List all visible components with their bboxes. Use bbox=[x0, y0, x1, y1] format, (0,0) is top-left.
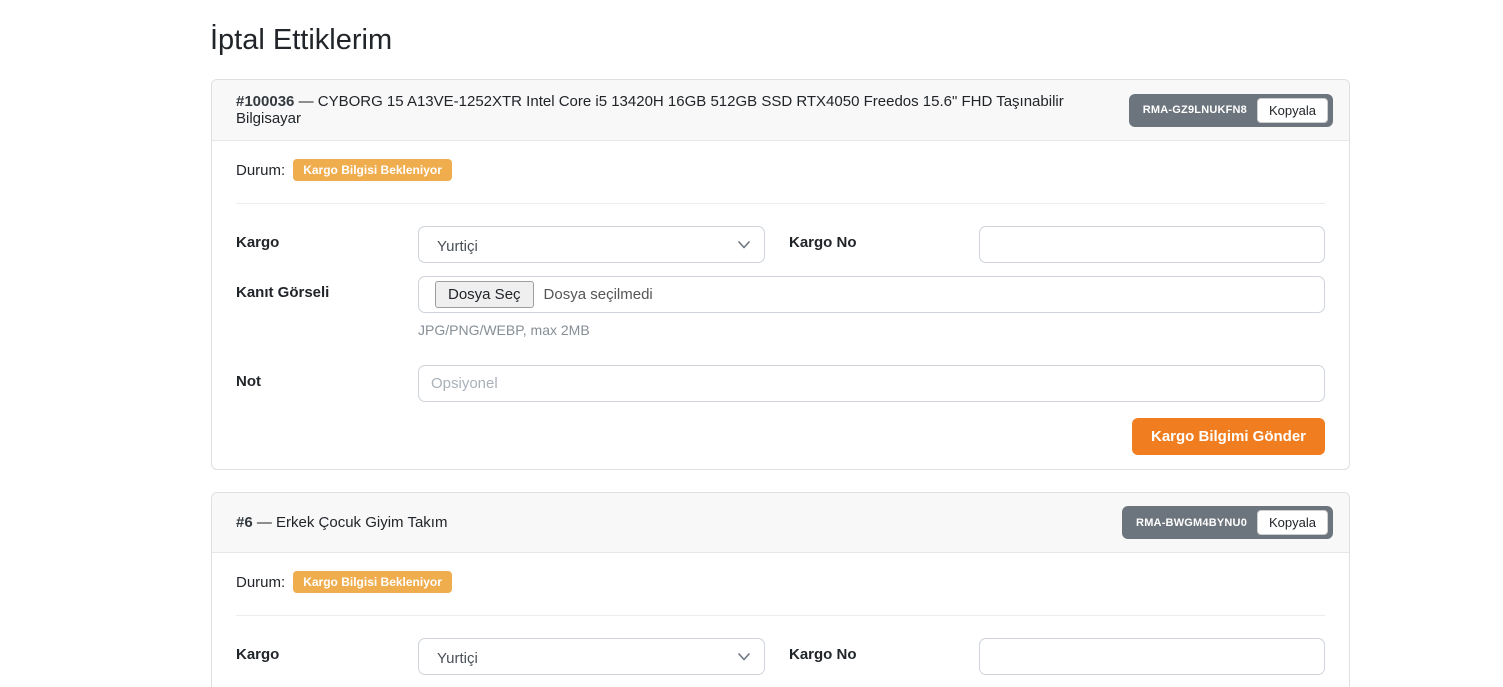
order-card-header: #6 — Erkek Çocuk Giyim Takım RMA-BWGM4BY… bbox=[212, 493, 1349, 553]
divider bbox=[236, 615, 1325, 616]
order-card: #100036 — CYBORG 15 A13VE-1252XTR Intel … bbox=[211, 79, 1350, 470]
file-hint: JPG/PNG/WEBP, max 2MB bbox=[418, 322, 590, 338]
carrier-label: Kargo bbox=[236, 226, 418, 251]
chevron-down-icon bbox=[738, 653, 750, 661]
chevron-down-icon bbox=[738, 241, 750, 249]
cancelled-orders-page: İptal Ettiklerim #100036 — CYBORG 15 A13… bbox=[211, 0, 1350, 687]
carrier-select-value: Yurtiçi bbox=[437, 650, 478, 667]
send-shipping-info-button[interactable]: Kargo Bilgimi Gönder bbox=[1132, 418, 1325, 455]
note-row: Not bbox=[236, 365, 1325, 402]
order-id: #100036 bbox=[236, 93, 294, 110]
carrier-select[interactable]: Yurtiçi bbox=[418, 226, 765, 263]
divider bbox=[236, 203, 1325, 204]
order-id: #6 bbox=[236, 514, 253, 531]
rma-badge: RMA-GZ9LNUKFN8 Kopyala bbox=[1129, 94, 1333, 127]
tracking-no-input[interactable] bbox=[979, 226, 1325, 263]
status-label: Durum: bbox=[236, 162, 285, 179]
order-card-body: Durum: Kargo Bilgisi Bekleniyor Kargo Yu… bbox=[212, 141, 1349, 469]
order-title: #100036 — CYBORG 15 A13VE-1252XTR Intel … bbox=[236, 93, 1129, 127]
copy-button[interactable]: Kopyala bbox=[1257, 98, 1328, 123]
tracking-no-label: Kargo No bbox=[789, 638, 979, 663]
order-title: #6 — Erkek Çocuk Giyim Takım bbox=[236, 514, 463, 531]
tracking-no-input[interactable] bbox=[979, 638, 1325, 675]
product-title: — CYBORG 15 A13VE-1252XTR Intel Core i5 … bbox=[236, 93, 1064, 127]
product-title: — Erkek Çocuk Giyim Takım bbox=[257, 514, 448, 531]
status-label: Durum: bbox=[236, 574, 285, 591]
status-badge: Kargo Bilgisi Bekleniyor bbox=[293, 571, 452, 593]
tracking-no-label: Kargo No bbox=[789, 226, 979, 251]
submit-row: Kargo Bilgimi Gönder bbox=[236, 418, 1325, 455]
carrier-select-value: Yurtiçi bbox=[437, 238, 478, 255]
carrier-select[interactable]: Yurtiçi bbox=[418, 638, 765, 675]
status-row: Durum: Kargo Bilgisi Bekleniyor bbox=[236, 565, 1325, 603]
note-label: Not bbox=[236, 365, 418, 390]
page-title: İptal Ettiklerim bbox=[210, 0, 1350, 57]
file-status-text: Dosya seçilmedi bbox=[544, 286, 653, 303]
order-card-header: #100036 — CYBORG 15 A13VE-1252XTR Intel … bbox=[212, 80, 1349, 141]
rma-badge: RMA-BWGM4BYNU0 Kopyala bbox=[1122, 506, 1333, 539]
proof-file-input[interactable]: Dosya Seç Dosya seçilmedi bbox=[418, 276, 1325, 313]
carrier-label: Kargo bbox=[236, 638, 418, 663]
rma-code: RMA-GZ9LNUKFN8 bbox=[1143, 104, 1247, 116]
note-input[interactable] bbox=[418, 365, 1325, 402]
file-select-button[interactable]: Dosya Seç bbox=[435, 281, 534, 308]
order-card: #6 — Erkek Çocuk Giyim Takım RMA-BWGM4BY… bbox=[211, 492, 1350, 687]
rma-code: RMA-BWGM4BYNU0 bbox=[1136, 517, 1247, 529]
proof-image-row: Kanıt Görseli Dosya Seç Dosya seçilmedi bbox=[236, 276, 1325, 313]
carrier-row: Kargo Yurtiçi Kargo No bbox=[236, 226, 1325, 263]
status-badge: Kargo Bilgisi Bekleniyor bbox=[293, 159, 452, 181]
carrier-row: Kargo Yurtiçi Kargo No bbox=[236, 638, 1325, 675]
file-hint-row: JPG/PNG/WEBP, max 2MB bbox=[236, 313, 1325, 365]
order-card-body: Durum: Kargo Bilgisi Bekleniyor Kargo Yu… bbox=[212, 553, 1349, 687]
proof-image-label: Kanıt Görseli bbox=[236, 276, 418, 301]
status-row: Durum: Kargo Bilgisi Bekleniyor bbox=[236, 153, 1325, 191]
copy-button[interactable]: Kopyala bbox=[1257, 510, 1328, 535]
